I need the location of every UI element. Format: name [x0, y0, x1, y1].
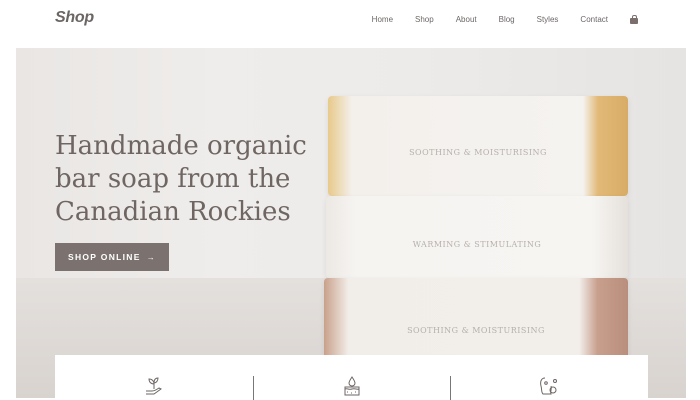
nav-about[interactable]: About: [456, 15, 477, 24]
feature-item: [55, 355, 253, 400]
soap-label: SOOTHING & MOISTURISING: [409, 148, 547, 157]
soap-bar-top: SOOTHING & MOISTURISING: [328, 96, 628, 196]
shop-online-button[interactable]: SHOP ONLINE →: [55, 243, 169, 271]
headline-line: Handmade organic: [55, 131, 307, 161]
feature-item: [450, 355, 648, 400]
headline-line: Canadian Rockies: [55, 197, 291, 227]
nav-home[interactable]: Home: [372, 15, 393, 24]
bag-body: [630, 18, 638, 24]
soap-label: WARMING & STIMULATING: [412, 240, 542, 249]
site-logo[interactable]: Shop: [55, 9, 94, 27]
soap-stack-image: SOOTHING & MOISTURISING WARMING & STIMUL…: [322, 86, 628, 398]
water-drop-skin-icon: [344, 376, 359, 396]
feature-divider: [252, 376, 254, 400]
features-bar: [55, 355, 648, 400]
feature-item: [252, 355, 451, 400]
seedling-hand-icon: [145, 377, 162, 395]
soap-bar-middle: WARMING & STIMULATING: [326, 196, 628, 278]
nav-contact[interactable]: Contact: [580, 15, 608, 24]
feature-divider: [450, 376, 452, 400]
soap-label: SOOTHING & MOISTURISING: [407, 326, 545, 335]
skin-care-face-icon: [540, 377, 558, 395]
nav-blog[interactable]: Blog: [499, 15, 515, 24]
nav-styles[interactable]: Styles: [537, 15, 559, 24]
shopping-bag-icon[interactable]: [630, 15, 638, 24]
nav-shop[interactable]: Shop: [415, 15, 434, 24]
site-header: Shop Home Shop About Blog Styles Contact: [0, 0, 700, 44]
hero-headline: Handmade organic bar soap from the Canad…: [55, 130, 335, 229]
arrow-right-icon: →: [146, 252, 157, 262]
shop-online-label: SHOP ONLINE: [67, 252, 141, 262]
main-nav: Home Shop About Blog Styles Contact: [350, 15, 638, 24]
hero-banner: SOOTHING & MOISTURISING WARMING & STIMUL…: [16, 48, 686, 398]
headline-line: bar soap from the: [55, 164, 291, 194]
